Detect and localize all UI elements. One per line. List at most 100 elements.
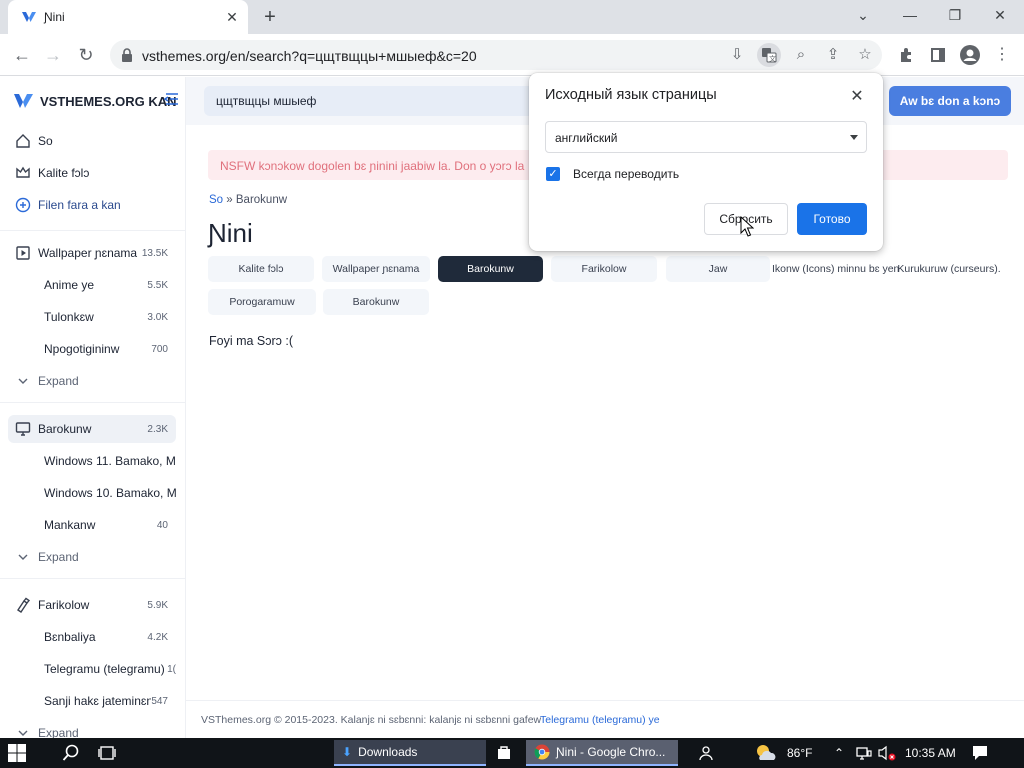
sidebar-item-telegram[interactable]: Telegramu (telegramu) ye 1( xyxy=(8,655,176,683)
site-logo[interactable]: VSTHEMES.ORG KAN xyxy=(14,92,177,110)
empty-results-text: Foyi ma Sɔrɔ :( xyxy=(209,334,294,348)
network-icon[interactable] xyxy=(856,738,874,768)
category-chip[interactable]: Ikonw (Icons) minnu bɛ yen xyxy=(772,256,899,282)
url-text: vsthemes.org/en/search?q=цщтвщцы+мшыеф&c… xyxy=(142,48,477,64)
back-icon[interactable]: ← xyxy=(10,43,34,67)
sidebar-item-mankanw[interactable]: Mankanw 40 xyxy=(8,511,176,539)
sidebar-item-rain-gauge[interactable]: Sanji hakɛ jateminɛnan 547 xyxy=(8,687,176,715)
taskbar-chrome[interactable]: Ɲini - Google Chro... xyxy=(526,740,678,766)
vsthemes-logo-icon xyxy=(14,94,33,108)
sidebar-item-windows-11[interactable]: Windows 11. Bamako, Mali xyxy=(8,447,176,475)
tab-search-icon[interactable]: ⌄ xyxy=(850,4,876,26)
done-button[interactable]: Готово xyxy=(797,203,867,235)
taskbar-downloads-label: Downloads xyxy=(358,745,418,759)
menu-kebab-icon[interactable]: ⋮ xyxy=(990,43,1014,67)
sidebar-item-farikolow[interactable]: Farikolow 5.9K xyxy=(8,591,176,619)
sidebar-expand-2[interactable]: Expand xyxy=(8,543,176,571)
lock-icon xyxy=(122,48,132,62)
page-title: Ɲini xyxy=(208,218,253,248)
profile-avatar-icon[interactable] xyxy=(958,43,982,67)
task-view-icon[interactable] xyxy=(98,738,120,768)
sidebar-item-label: Sanji hakɛ jateminɛnan xyxy=(44,694,151,708)
minimize-icon[interactable]: — xyxy=(897,4,923,26)
sidebar-expand-3[interactable]: Expand xyxy=(8,719,176,738)
breadcrumb-home-link[interactable]: So xyxy=(209,194,223,206)
category-chip[interactable]: Barokunw xyxy=(323,289,429,315)
sidebar-item-windows-10[interactable]: Windows 10. Bamako, Mali xyxy=(8,479,176,507)
sidebar-item-label: Wallpaper ɲɛnama xyxy=(38,246,138,260)
site-search-input[interactable]: цщтвщцы мшыеф xyxy=(204,86,534,116)
sidebar-item-home[interactable]: So xyxy=(8,127,176,155)
sidebar-expand-1[interactable]: Expand xyxy=(8,367,176,395)
zoom-icon[interactable]: ⌕ xyxy=(789,43,813,67)
clock-time[interactable]: 10:35 AM xyxy=(905,738,956,768)
restore-icon[interactable]: ❐ xyxy=(942,4,968,26)
sidebar-item-count: 4.2K xyxy=(147,631,168,643)
sidebar-item-girls[interactable]: Npogotigininw 700 xyxy=(8,335,176,363)
tab-close-icon[interactable]: ✕ xyxy=(224,9,240,25)
category-chip[interactable]: Wallpaper ɲɛnama xyxy=(322,256,430,282)
sidebar-item-label: Windows 11. Bamako, Mali xyxy=(44,454,176,468)
sidebar-item-anime[interactable]: Anime ye 5.5K xyxy=(8,271,176,299)
share-icon[interactable]: ⇪ xyxy=(821,43,845,67)
sidebar-divider xyxy=(0,578,185,579)
category-chip-active[interactable]: Barokunw xyxy=(438,256,543,282)
site-footer: VSThemes.org © 2015-2023. Kalanjɛ ni sɛb… xyxy=(186,700,1024,738)
notifications-icon[interactable] xyxy=(972,738,990,768)
windows-start-icon[interactable] xyxy=(8,738,32,768)
category-chip[interactable]: Porogaramuw xyxy=(208,289,316,315)
category-chip[interactable]: Jaw xyxy=(666,256,770,282)
source-language-select[interactable]: английский xyxy=(545,121,867,153)
bookmark-star-icon[interactable]: ☆ xyxy=(853,43,877,67)
volume-muted-icon[interactable] xyxy=(878,738,896,768)
sidebar-item-themes[interactable]: Barokunw 2.3K xyxy=(8,415,176,443)
sidebar-item-count: 3.0K xyxy=(147,311,168,323)
always-translate-checkbox[interactable]: ✓ xyxy=(546,167,560,181)
category-chip[interactable]: Farikolow xyxy=(551,256,657,282)
address-bar[interactable]: vsthemes.org/en/search?q=цщтвщцы+мшыеф&c… xyxy=(110,40,882,70)
tray-chevron-up-icon[interactable]: ⌃ xyxy=(834,738,844,768)
sidebar-item-add-file[interactable]: Filen fara a kan xyxy=(8,191,176,219)
side-panel-icon[interactable] xyxy=(926,43,950,67)
translate-icon[interactable]: 文 xyxy=(757,43,781,67)
sidebar-item-count: 700 xyxy=(151,343,168,355)
plus-circle-icon xyxy=(8,197,38,213)
footer-telegram-link[interactable]: Telegramu (telegramu) ye xyxy=(540,714,660,726)
sidebar-item-games[interactable]: Tulonkɛw 3.0K xyxy=(8,303,176,331)
chevron-down-icon xyxy=(8,375,38,387)
sidebar-item-top-quality[interactable]: Kalite fɔlɔ xyxy=(8,159,176,187)
dialog-title: Исходный язык страницы xyxy=(545,87,717,103)
taskbar-downloads[interactable]: ⬇ Downloads xyxy=(334,740,486,766)
store-icon[interactable] xyxy=(496,738,516,768)
browser-tab[interactable]: Ɲini ✕ xyxy=(8,0,248,34)
weather-icon[interactable] xyxy=(754,738,780,768)
search-query-text: цщтвщцы мшыеф xyxy=(216,94,317,108)
search-icon[interactable] xyxy=(62,738,84,768)
reload-icon[interactable]: ↻ xyxy=(74,43,98,67)
sidebar-item-label: Expand xyxy=(38,726,79,738)
site-sidebar: VSTHEMES.ORG KAN So Kalite fɔlɔ Filen fa… xyxy=(0,77,186,738)
windows-taskbar: ⬇ Downloads Ɲini - Google Chro... 86°F ⌃… xyxy=(0,738,1024,768)
category-chip[interactable]: Kurukuruw (curseurs). xyxy=(896,256,1002,282)
window-close-icon[interactable]: ✕ xyxy=(987,4,1013,26)
forward-icon[interactable]: → xyxy=(41,43,65,67)
add-button[interactable]: Aw bɛ don a kɔnɔ xyxy=(889,86,1011,116)
vsthemes-favicon-icon xyxy=(22,12,36,22)
extensions-icon[interactable] xyxy=(894,43,918,67)
crown-icon xyxy=(8,165,38,181)
sidebar-item-label: Anime ye xyxy=(44,278,95,292)
monitor-icon xyxy=(8,421,38,437)
breadcrumb-current: Barokunw xyxy=(235,194,288,206)
new-tab-button[interactable]: + xyxy=(258,6,282,30)
category-chip[interactable]: Kalite fɔlɔ xyxy=(208,256,314,282)
people-icon[interactable] xyxy=(697,738,717,768)
tab-strip: Ɲini ✕ + ⌄ — ❐ ✕ xyxy=(0,0,1024,34)
collapse-sidebar-icon[interactable] xyxy=(163,91,182,109)
breadcrumb: So » Barokunw xyxy=(209,194,287,206)
dialog-close-icon[interactable]: ✕ xyxy=(849,86,865,106)
sidebar-item-live-wallpaper[interactable]: Wallpaper ɲɛnama 13.5K xyxy=(8,239,176,267)
sidebar-item-benbaliya[interactable]: Bɛnbaliya 4.2K xyxy=(8,623,176,651)
sidebar-item-count: 2.3K xyxy=(147,423,168,435)
install-app-icon[interactable]: ⇩ xyxy=(725,43,749,67)
weather-temperature[interactable]: 86°F xyxy=(787,738,812,768)
